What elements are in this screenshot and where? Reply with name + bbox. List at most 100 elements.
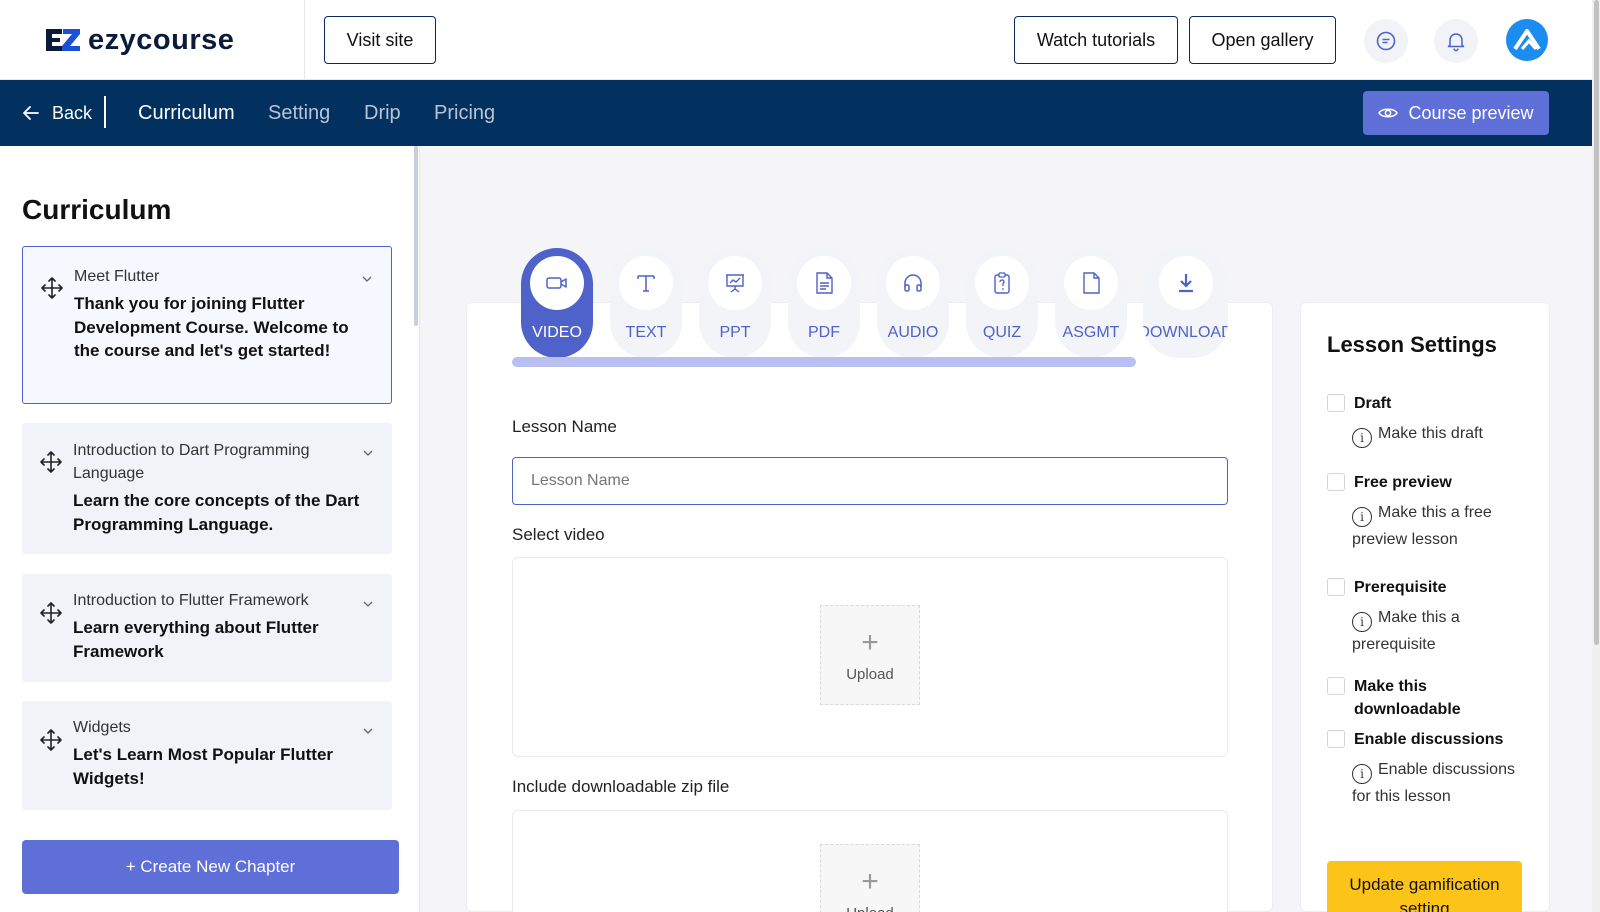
chevron-down-icon[interactable]: [362, 725, 374, 737]
nav-divider: [104, 96, 106, 128]
zip-upload-button[interactable]: + Upload: [820, 844, 920, 912]
chapter-title: Widgets: [73, 719, 131, 736]
video-upload-button[interactable]: + Upload: [820, 605, 920, 705]
lesson-type-pdf[interactable]: PDF: [788, 248, 860, 358]
page-scrollbar[interactable]: [1594, 0, 1599, 645]
download-icon: [1178, 274, 1193, 293]
lesson-type-ppt[interactable]: PPT: [699, 248, 771, 358]
chapter-description: Let's Learn Most Popular Flutter Widgets…: [73, 745, 334, 788]
create-chapter-button[interactable]: + Create New Chapter: [22, 840, 399, 894]
visit-site-button[interactable]: Visit site: [324, 16, 436, 64]
lesson-type-assignment[interactable]: ASGMT: [1055, 248, 1127, 358]
tab-curriculum[interactable]: Curriculum: [138, 80, 235, 146]
chapter-title: Introduction to Dart Programming Languag…: [73, 442, 310, 482]
lesson-type-label: ASGMT: [1062, 324, 1120, 341]
downloadable-checkbox[interactable]: [1327, 677, 1345, 695]
presentation-icon: [726, 274, 744, 293]
downloadable-label: Make this downloadable: [1354, 678, 1461, 718]
video-icon: [546, 277, 567, 289]
document-icon: [816, 272, 833, 294]
chapter-title: Introduction to Flutter Framework: [73, 592, 309, 609]
chapter-title: Meet Flutter: [74, 268, 160, 285]
chapter-card[interactable]: Widgets Let's Learn Most Popular Flutter…: [22, 701, 392, 810]
chevron-down-icon[interactable]: [362, 598, 374, 610]
course-preview-label: Course preview: [1408, 102, 1534, 123]
zip-file-label: Include downloadable zip file: [512, 777, 730, 796]
lesson-type-label: DOWNLOAD: [1143, 324, 1228, 341]
course-preview-button[interactable]: Course preview: [1363, 91, 1549, 135]
info-icon: i: [1352, 612, 1372, 632]
free-preview-label: Free preview: [1354, 474, 1452, 491]
prerequisite-label: Prerequisite: [1354, 579, 1447, 596]
lesson-type-label: PDF: [808, 324, 840, 341]
course-navbar: Back Curriculum Setting Drip Pricing Cou…: [0, 80, 1592, 146]
prerequisite-hint: i Make this a prerequisite: [1352, 605, 1532, 658]
lesson-type-scrollbar[interactable]: [512, 357, 1136, 367]
user-avatar[interactable]: [1506, 19, 1548, 61]
tab-pricing[interactable]: Pricing: [434, 80, 495, 146]
lesson-type-label: PPT: [719, 324, 751, 341]
logo[interactable]: ezycourse: [0, 0, 305, 80]
prerequisite-checkbox[interactable]: [1327, 578, 1345, 596]
update-gamification-button[interactable]: Update gamification setting: [1327, 861, 1522, 912]
top-header: ezycourse Visit site Watch tutorials Ope…: [0, 0, 1592, 80]
info-icon: i: [1352, 428, 1372, 448]
discussions-label: Enable discussions: [1354, 731, 1504, 748]
lesson-type-video[interactable]: VIDEO: [521, 248, 593, 358]
notifications-button[interactable]: [1434, 19, 1478, 63]
chapter-card[interactable]: Introduction to Dart Programming Languag…: [22, 423, 392, 554]
discussions-hint-text: Enable discussions for this lesson: [1352, 761, 1515, 805]
chapter-card[interactable]: Introduction to Flutter Framework Learn …: [22, 574, 392, 682]
chat-button[interactable]: [1364, 19, 1408, 63]
draft-checkbox[interactable]: [1327, 394, 1345, 412]
curriculum-sidebar: Curriculum Meet Flutter Thank you for jo…: [0, 146, 420, 912]
drag-handle-icon[interactable]: [40, 602, 62, 624]
upload-label: Upload: [846, 905, 894, 912]
zip-upload-zone[interactable]: + Upload: [512, 810, 1228, 912]
sidebar-title: Curriculum: [22, 194, 172, 225]
chevron-down-icon[interactable]: [362, 447, 374, 459]
chat-icon: [1376, 31, 1396, 51]
sidebar-scrollbar[interactable]: [414, 146, 418, 326]
info-icon: i: [1352, 507, 1372, 527]
tab-drip[interactable]: Drip: [364, 80, 401, 146]
bell-icon: [1447, 33, 1465, 52]
chapter-card[interactable]: Meet Flutter Thank you for joining Flutt…: [22, 246, 392, 404]
clipboard-question-icon: [994, 272, 1010, 294]
drag-handle-icon[interactable]: [40, 451, 62, 473]
free-preview-hint: i Make this a free preview lesson: [1352, 500, 1532, 553]
chevron-down-icon[interactable]: [361, 273, 373, 285]
select-video-label: Select video: [512, 525, 605, 544]
lesson-type-quiz[interactable]: QUIZ: [966, 248, 1038, 358]
watch-tutorials-button[interactable]: Watch tutorials: [1014, 16, 1178, 64]
drag-handle-icon[interactable]: [41, 277, 63, 299]
draft-label: Draft: [1354, 395, 1392, 412]
ezycourse-logo-icon: [46, 29, 80, 51]
tab-setting[interactable]: Setting: [268, 80, 330, 146]
lesson-type-label: AUDIO: [887, 324, 939, 341]
discussions-checkbox[interactable]: [1327, 730, 1345, 748]
draft-hint-text: Make this draft: [1378, 425, 1483, 442]
lesson-type-label: VIDEO: [532, 324, 582, 341]
eye-icon: [1378, 108, 1399, 118]
file-icon: [1083, 272, 1100, 294]
draft-hint: i Make this draft: [1352, 421, 1532, 448]
video-upload-zone[interactable]: + Upload: [512, 557, 1228, 757]
lesson-type-text[interactable]: TEXT: [610, 248, 682, 358]
lesson-type-audio[interactable]: AUDIO: [877, 248, 949, 358]
chapter-description: Learn everything about Flutter Framework: [73, 618, 319, 661]
avatar-logo-icon: [1513, 29, 1541, 51]
lesson-name-input[interactable]: [512, 457, 1228, 505]
free-preview-checkbox[interactable]: [1327, 473, 1345, 491]
arrow-left-icon: [23, 106, 39, 120]
discussions-hint: i Enable discussions for this lesson: [1352, 757, 1532, 810]
lesson-type-label: QUIZ: [982, 324, 1022, 341]
open-gallery-button[interactable]: Open gallery: [1189, 16, 1336, 64]
back-button[interactable]: Back: [22, 80, 92, 146]
lesson-type-download[interactable]: DOWNLOAD: [1143, 248, 1228, 358]
text-icon: [637, 275, 655, 292]
drag-handle-icon[interactable]: [40, 729, 62, 751]
back-label: Back: [52, 102, 93, 123]
headphones-icon: [904, 274, 922, 292]
info-icon: i: [1352, 764, 1372, 784]
